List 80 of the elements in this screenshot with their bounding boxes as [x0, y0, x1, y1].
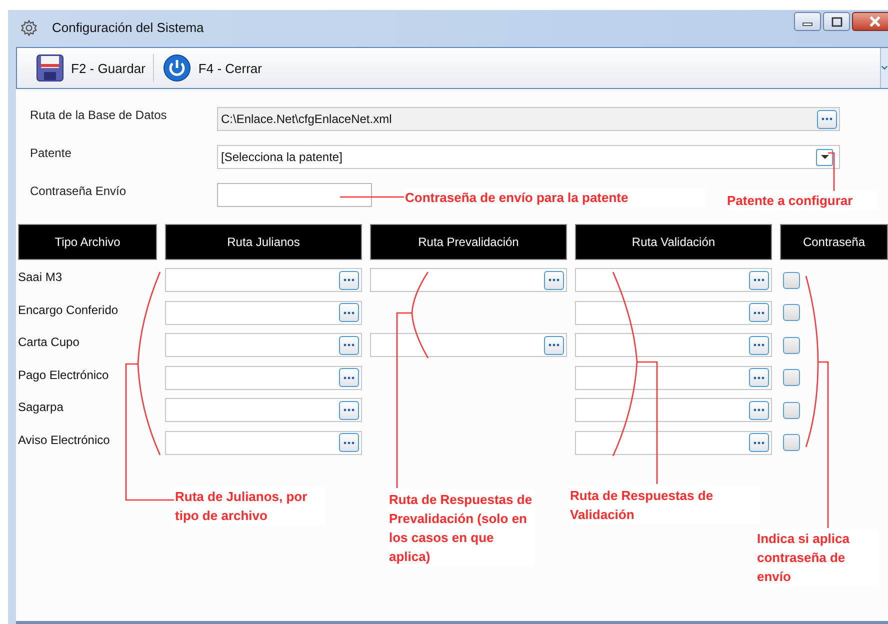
ellipsis-icon [548, 343, 560, 347]
browse-button[interactable] [339, 433, 359, 452]
column-header: Ruta Validación [575, 224, 772, 260]
chevron-down-icon [881, 65, 888, 71]
path-field[interactable] [165, 398, 362, 422]
ellipsis-icon [753, 310, 765, 314]
input-field[interactable]: C:\Enlace.Net\cfgEnlaceNet.xml [217, 107, 840, 131]
close-icon [868, 16, 882, 27]
file-type-label: Saai M3 [18, 269, 64, 286]
path-field[interactable] [370, 333, 567, 357]
minimize-button[interactable] [794, 12, 821, 31]
field-label: Ruta de la Base de Datos [30, 107, 168, 122]
file-type-label: Aviso Electrónico [18, 432, 111, 448]
ellipsis-icon [821, 117, 833, 121]
path-field[interactable] [575, 333, 772, 357]
ellipsis-icon [343, 408, 355, 412]
browse-button[interactable] [339, 336, 359, 354]
ellipsis-icon [753, 440, 765, 444]
path-field[interactable] [575, 430, 772, 454]
password-field[interactable] [217, 183, 372, 207]
ellipsis-icon [343, 310, 355, 314]
ellipsis-icon [343, 278, 355, 282]
browse-button[interactable] [339, 270, 359, 290]
browse-button[interactable] [339, 303, 359, 322]
browse-button[interactable] [749, 400, 769, 420]
gear-icon [20, 18, 38, 36]
window-title: Configuración del Sistema [52, 20, 204, 35]
power-icon [162, 53, 192, 83]
overflow-chevron-button[interactable] [880, 48, 888, 88]
file-type-label: Carta Cupo [18, 334, 80, 351]
ellipsis-icon [753, 278, 765, 282]
browse-button[interactable] [749, 368, 769, 387]
path-field[interactable] [575, 268, 772, 292]
path-field[interactable] [165, 268, 362, 292]
ellipsis-icon [753, 408, 765, 412]
browse-button[interactable] [544, 270, 564, 290]
file-type-label: Sagarpa [18, 399, 64, 416]
browse-button[interactable] [339, 400, 359, 420]
ellipsis-icon [343, 343, 355, 347]
browse-button[interactable] [339, 368, 359, 387]
field-label: Contraseña Envío [30, 183, 128, 198]
checkbox[interactable] [783, 369, 800, 386]
browse-button[interactable] [749, 303, 769, 322]
checkbox[interactable] [783, 336, 800, 354]
path-field[interactable] [165, 333, 362, 357]
path-field[interactable] [165, 366, 362, 390]
maximize-icon [830, 16, 842, 26]
ellipsis-icon [548, 278, 560, 282]
close-button[interactable] [852, 12, 888, 31]
toolbar-button[interactable]: F2 - Guardar [31, 51, 150, 85]
column-header: Ruta Julianos [165, 224, 362, 260]
column-header: Ruta Prevalidación [370, 224, 567, 260]
path-field[interactable] [575, 398, 772, 422]
toolbar-button[interactable]: F4 - Cerrar [158, 51, 266, 85]
browse-button[interactable] [817, 110, 837, 128]
path-field[interactable] [575, 366, 772, 390]
path-field[interactable] [575, 300, 772, 324]
column-header: Contraseña [780, 224, 888, 260]
browse-button[interactable] [749, 433, 769, 452]
column-header: Tipo Archivo [18, 224, 157, 260]
ellipsis-icon [753, 376, 765, 380]
ellipsis-icon [343, 376, 355, 380]
path-field[interactable] [370, 268, 567, 292]
browse-button[interactable] [544, 336, 564, 354]
ellipsis-icon [753, 343, 765, 347]
file-type-label: Pago Electrónico [18, 366, 110, 384]
dropdown-field[interactable]: [Selecciona la patente] [217, 145, 840, 169]
checkbox[interactable] [783, 402, 800, 418]
maximize-button[interactable] [823, 12, 850, 31]
leader-line [340, 196, 404, 198]
field-label: Patente [30, 145, 72, 160]
checkbox[interactable] [783, 272, 800, 288]
file-type-label: Encargo Conferido [18, 302, 120, 318]
browse-button[interactable] [749, 270, 769, 290]
browse-button[interactable] [749, 336, 769, 354]
path-field[interactable] [165, 430, 362, 454]
ellipsis-icon [343, 440, 355, 444]
checkbox[interactable] [783, 304, 800, 321]
checkbox[interactable] [783, 434, 800, 451]
path-field[interactable] [165, 300, 362, 324]
